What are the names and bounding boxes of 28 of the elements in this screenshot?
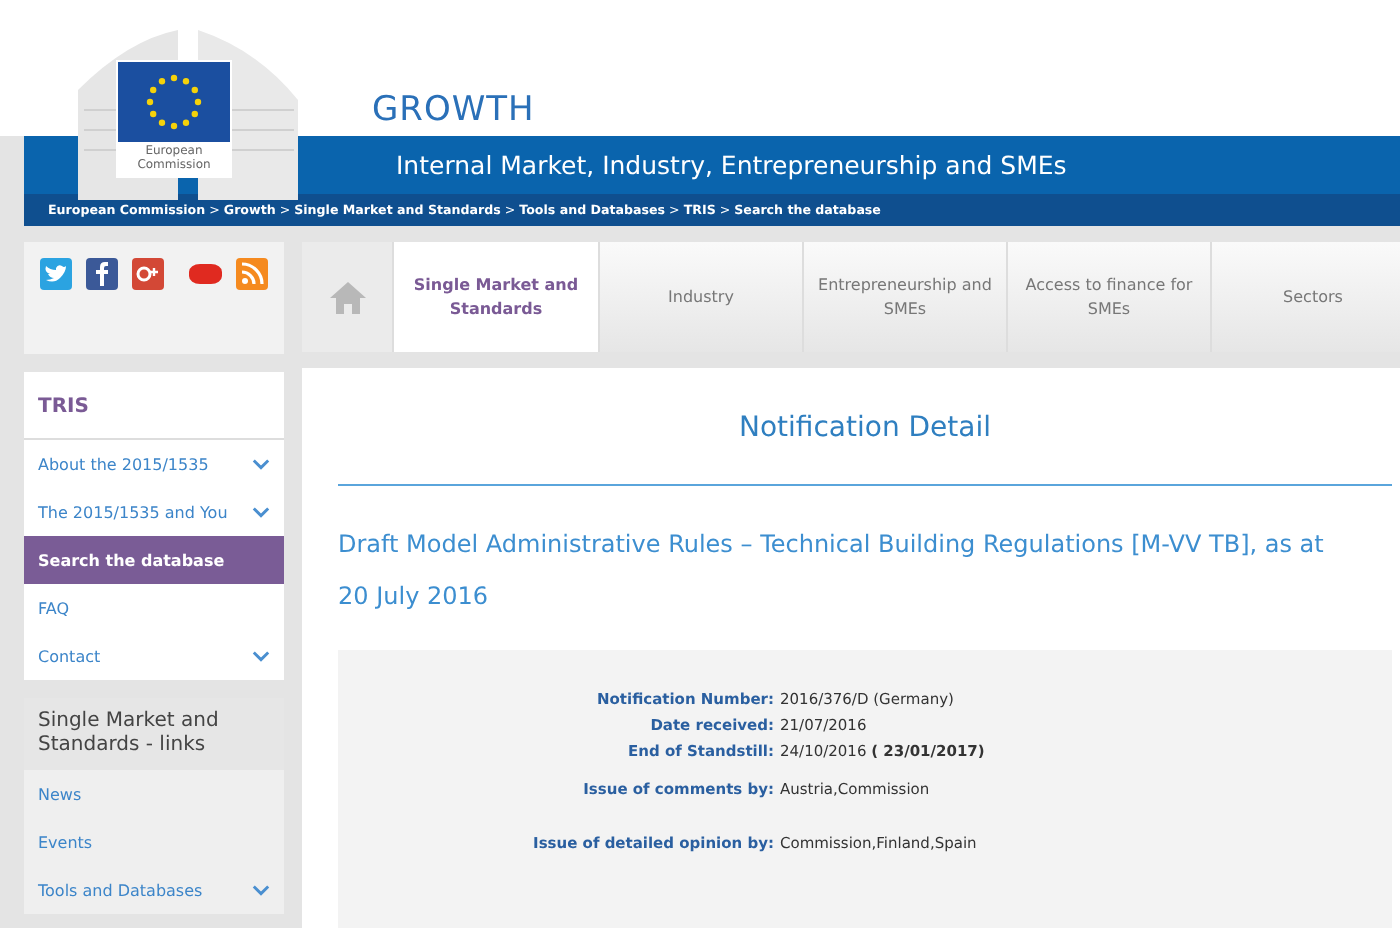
- notification-title: Draft Model Administrative Rules – Technical Building Regulations [M-VV TB], as at 20 July 2016: [338, 528, 1326, 614]
- chevron-down-icon[interactable]: [252, 506, 270, 518]
- nav-tab[interactable]: Industry: [598, 242, 802, 352]
- twitter-icon[interactable]: [40, 258, 72, 290]
- sidebar-link[interactable]: Events: [24, 818, 284, 866]
- sidebar-link[interactable]: News: [24, 770, 284, 818]
- sidebar-item[interactable]: Contact: [24, 632, 284, 680]
- nav-tab[interactable]: Sectors: [1210, 242, 1400, 352]
- facebook-icon[interactable]: [86, 258, 118, 290]
- chevron-down-icon[interactable]: [252, 458, 270, 470]
- googleplus-icon[interactable]: [132, 258, 164, 290]
- sidebar-item[interactable]: Search the database: [24, 536, 284, 584]
- chevron-down-icon[interactable]: [252, 884, 270, 896]
- sidebar-title: TRIS: [24, 372, 284, 440]
- site-title: GROWTH: [372, 90, 535, 134]
- nav-tab[interactable]: Access to finance for SMEs: [1006, 242, 1210, 352]
- sidebar-item[interactable]: FAQ: [24, 584, 284, 632]
- eu-flag-icon: [118, 62, 230, 142]
- page-title: Notification Detail: [338, 368, 1392, 486]
- chevron-down-icon[interactable]: [252, 650, 270, 662]
- rss-icon[interactable]: [236, 258, 268, 290]
- nav-tab[interactable]: Single Market and Standards: [392, 242, 598, 352]
- sidebar-item[interactable]: About the 2015/1535: [24, 440, 284, 488]
- links-panel-title: Single Market and Standards - links: [24, 698, 284, 770]
- sidebar-item[interactable]: The 2015/1535 and You: [24, 488, 284, 536]
- site-subtitle: Internal Market, Industry, Entrepreneurship and SMEs: [396, 150, 1067, 180]
- nav-tab[interactable]: Entrepreneurship and SMEs: [802, 242, 1006, 352]
- sidebar-link[interactable]: Tools and Databases: [24, 866, 284, 914]
